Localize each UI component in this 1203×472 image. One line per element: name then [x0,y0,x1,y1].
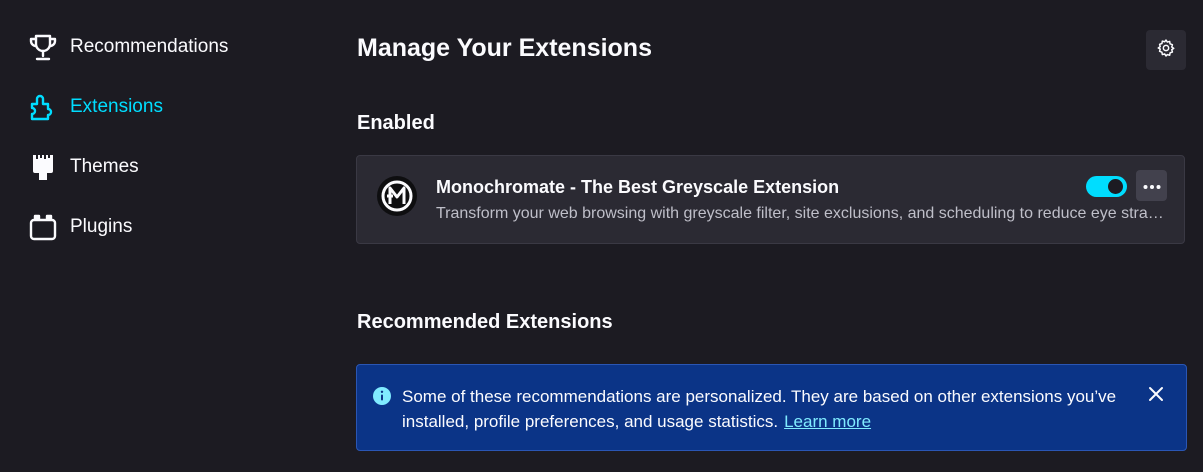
recommended-heading: Recommended Extensions [357,311,613,333]
notice-message: Some of these recommendations are person… [402,387,1117,431]
sidebar-item-label: Plugins [70,216,133,237]
gear-icon [1156,38,1176,63]
sidebar-item-label: Extensions [70,96,163,117]
info-icon [372,386,392,406]
sidebar-item-plugins[interactable]: Plugins [28,209,132,245]
notice-text: Some of these recommendations are person… [402,384,1122,434]
sidebar-item-themes[interactable]: Themes [28,149,139,185]
extension-name[interactable]: Monochromate - The Best Greyscale Extens… [436,177,839,198]
ellipsis-icon [1143,177,1161,195]
extension-description: Transform your web browsing with greysca… [436,205,1164,222]
sidebar-item-recommendations[interactable]: Recommendations [28,29,228,65]
learn-more-link[interactable]: Learn more [784,412,871,431]
sidebar-item-label: Recommendations [70,36,229,57]
toggle-knob [1108,179,1123,194]
plugin-icon [28,212,58,242]
trophy-icon [28,32,58,62]
puzzle-icon [28,92,58,122]
sidebar: Recommendations Extensions Themes Plugin… [0,0,320,472]
sidebar-item-extensions[interactable]: Extensions [28,89,163,125]
monochromate-logo-icon [376,175,418,217]
extension-more-button[interactable] [1136,170,1167,201]
enabled-heading: Enabled [357,112,435,134]
personalization-notice: Some of these recommendations are person… [356,364,1187,451]
extension-card[interactable]: Monochromate - The Best Greyscale Extens… [356,155,1185,244]
notice-close-button[interactable] [1142,382,1170,410]
close-icon [1148,386,1164,407]
paintbrush-icon [28,152,58,182]
page-title: Manage Your Extensions [357,34,652,62]
extension-enable-toggle[interactable] [1086,176,1127,197]
sidebar-item-label: Themes [70,156,139,177]
settings-button[interactable] [1146,30,1186,70]
